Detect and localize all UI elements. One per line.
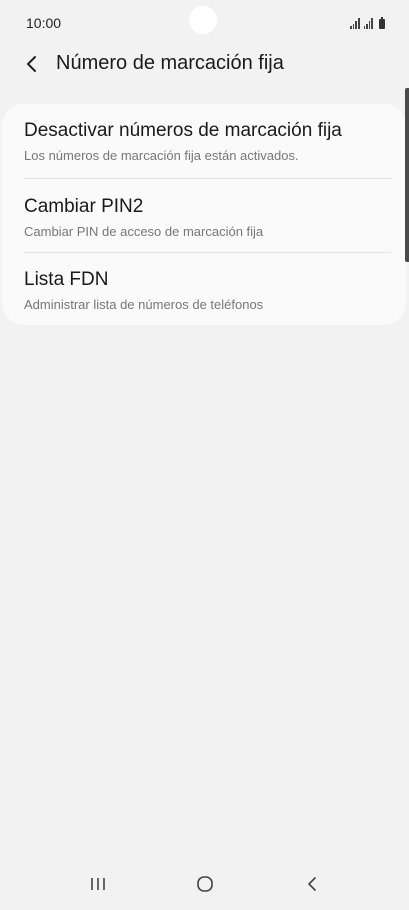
camera-cutout bbox=[189, 6, 217, 34]
list-item-subtitle: Administrar lista de números de teléfono… bbox=[24, 297, 264, 312]
signal-icon-sim1 bbox=[350, 18, 360, 29]
signal-icon-sim2 bbox=[363, 18, 373, 29]
page-title: Número de marcación fija bbox=[56, 52, 284, 74]
battery-icon bbox=[379, 17, 385, 29]
list-item-change-pin2[interactable]: Cambiar PIN2 Cambiar PIN de acceso de ma… bbox=[2, 179, 406, 253]
back-icon bbox=[308, 877, 316, 891]
chevron-left-icon bbox=[27, 56, 36, 72]
list-item-title: Desactivar números de marcación fija bbox=[24, 120, 342, 141]
app-bar: Número de marcación fija bbox=[0, 46, 409, 84]
list-item-fdn-list[interactable]: Lista FDN Administrar lista de números d… bbox=[2, 253, 406, 325]
list-item-subtitle: Cambiar PIN de acceso de marcación fija bbox=[24, 224, 264, 239]
home-button[interactable] bbox=[185, 868, 225, 900]
list-item-title: Cambiar PIN2 bbox=[24, 196, 144, 217]
home-icon bbox=[197, 876, 213, 892]
recent-apps-icon bbox=[91, 878, 105, 890]
status-time: 10:00 bbox=[26, 15, 62, 31]
status-icons bbox=[350, 15, 385, 29]
list-item-subtitle: Los números de marcación fija están acti… bbox=[24, 148, 299, 163]
navigation-bar bbox=[0, 862, 409, 910]
nav-back-button[interactable] bbox=[292, 868, 332, 900]
scrollbar[interactable] bbox=[405, 88, 409, 262]
status-bar: 10:00 bbox=[0, 0, 409, 46]
list-item-disable-fdn[interactable]: Desactivar números de marcación fija Los… bbox=[2, 104, 406, 178]
recent-apps-button[interactable] bbox=[78, 868, 118, 900]
settings-card: Desactivar números de marcación fija Los… bbox=[2, 104, 406, 325]
back-button[interactable] bbox=[18, 50, 46, 78]
list-item-title: Lista FDN bbox=[24, 269, 109, 290]
